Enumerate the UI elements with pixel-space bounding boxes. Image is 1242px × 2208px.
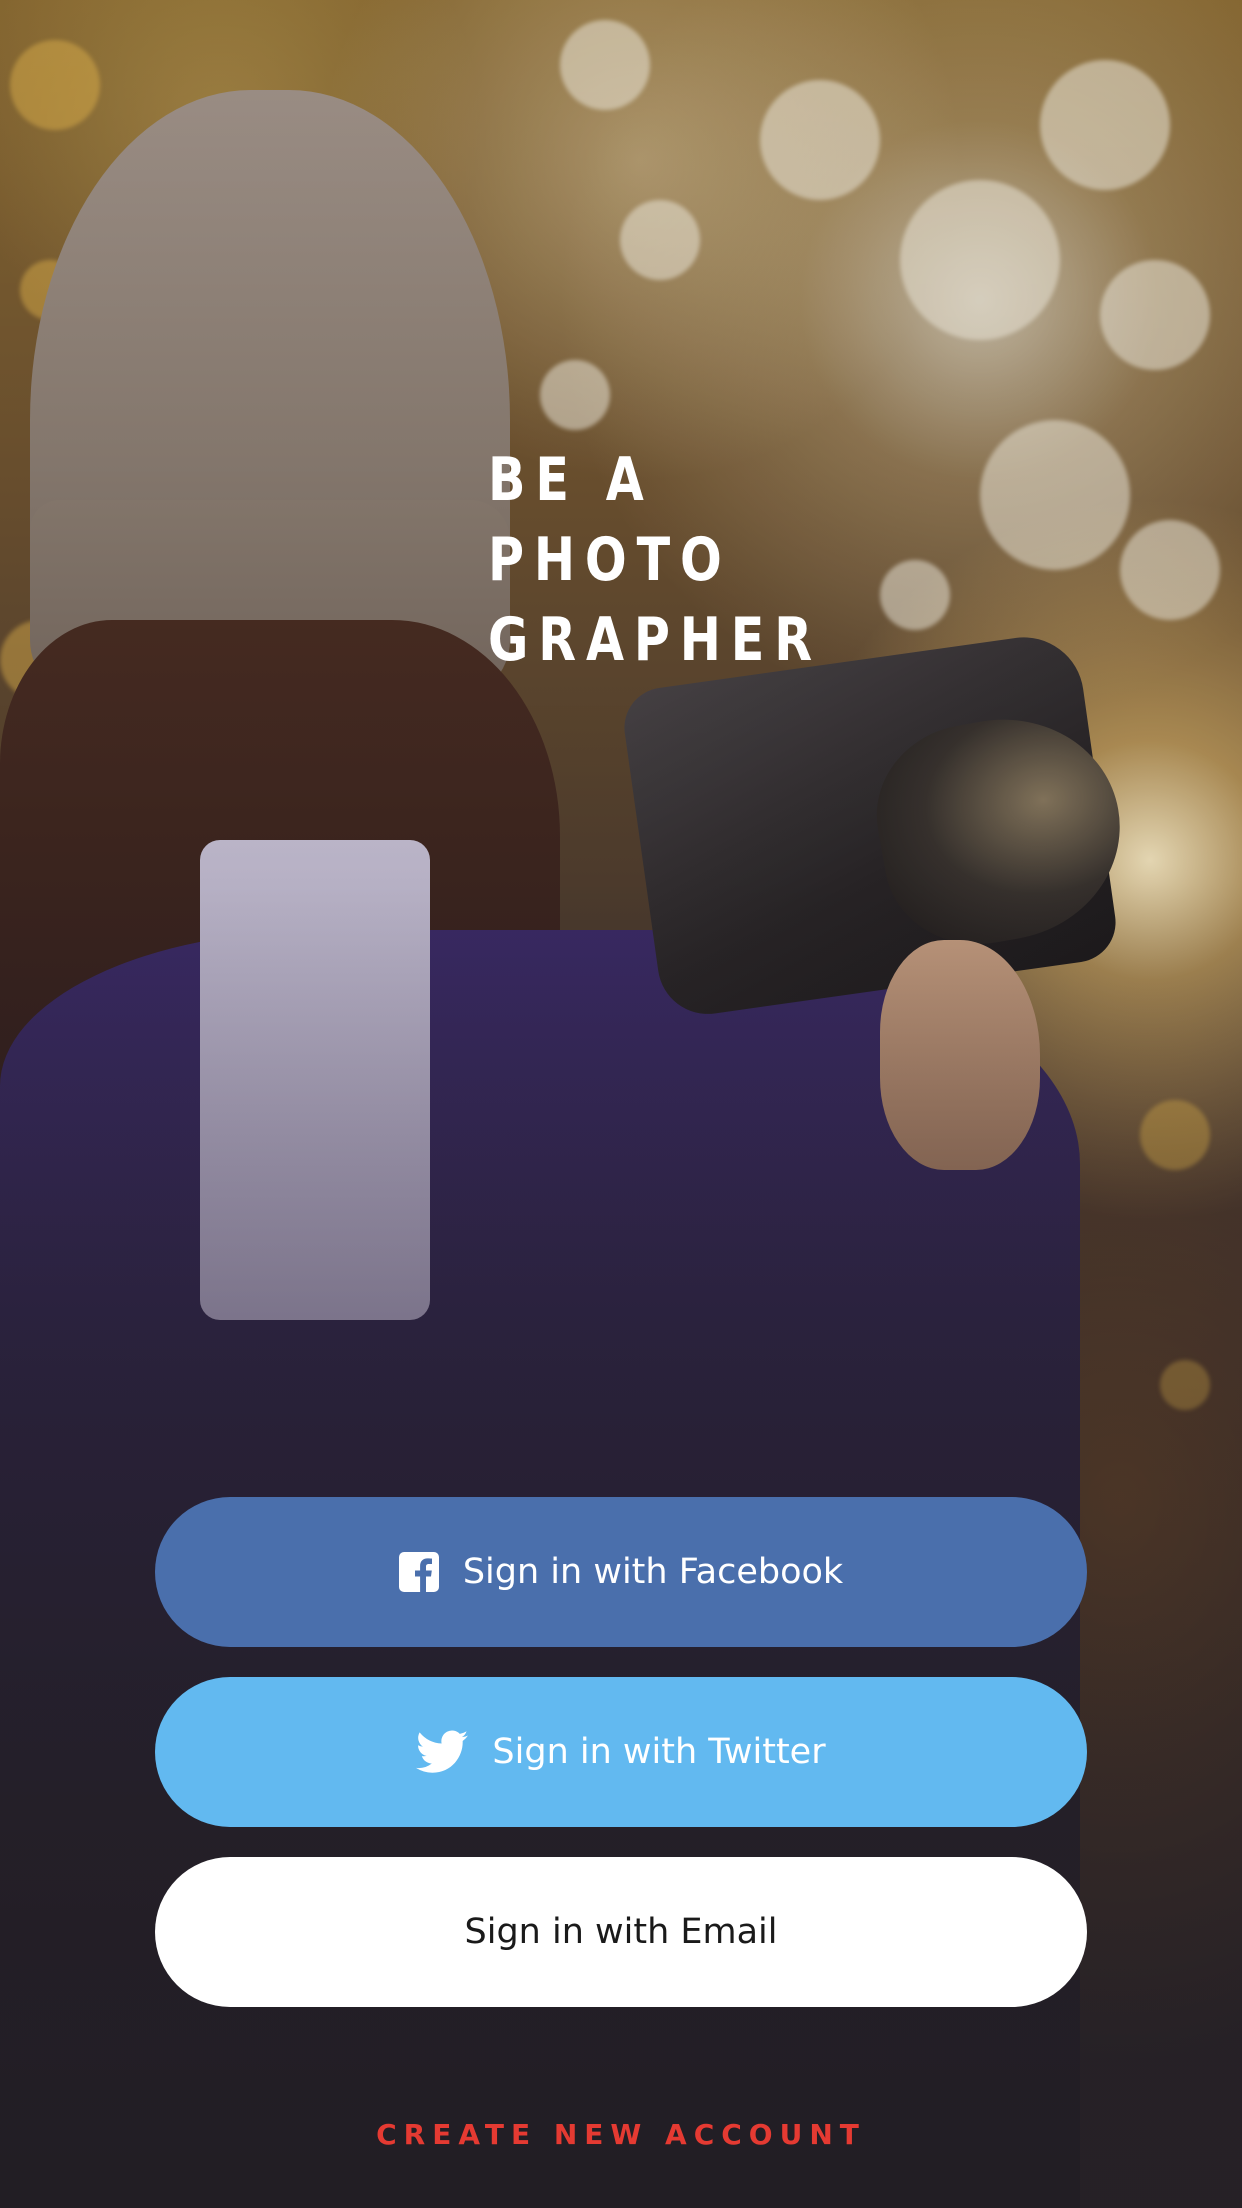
facebook-icon xyxy=(398,1552,439,1592)
headline-line-3: GRAPHER xyxy=(488,605,822,675)
headline: BE A PHOTO GRAPHER xyxy=(488,440,822,680)
sign-in-email-button[interactable]: Sign in with Email xyxy=(155,1857,1087,2007)
headline-line-1: BE A xyxy=(488,445,654,515)
sign-in-facebook-label: Sign in with Facebook xyxy=(462,1552,844,1592)
login-screen: BE A PHOTO GRAPHER Sign in with Facebook… xyxy=(0,0,1242,2208)
sign-in-facebook-button[interactable]: Sign in with Facebook xyxy=(155,1497,1087,1647)
create-new-account-link[interactable]: CREATE NEW ACCOUNT xyxy=(0,2118,1242,2151)
sign-in-email-label: Sign in with Email xyxy=(464,1912,778,1952)
sign-in-twitter-button[interactable]: Sign in with Twitter xyxy=(155,1677,1087,1827)
twitter-icon xyxy=(416,1730,469,1774)
headline-line-2: PHOTO xyxy=(488,525,732,595)
sign-in-twitter-label: Sign in with Twitter xyxy=(492,1732,826,1772)
